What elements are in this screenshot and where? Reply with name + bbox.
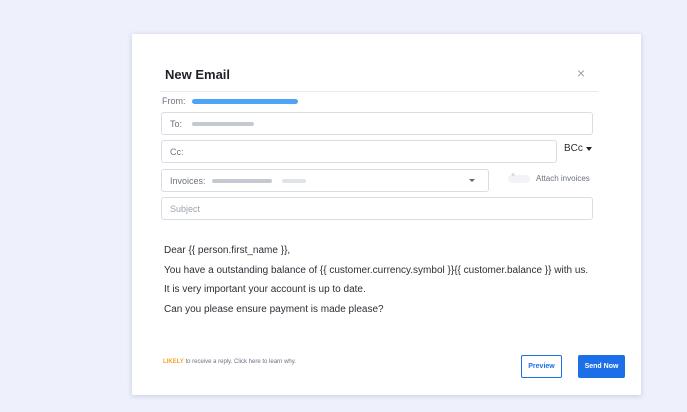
- email-body[interactable]: Dear {{ person.first_name }}, You have a…: [164, 241, 588, 319]
- new-email-modal: New Email × From: To: Cc: BCc Invoices: …: [132, 34, 641, 395]
- close-icon: ×: [511, 171, 516, 179]
- to-field[interactable]: To:: [161, 112, 593, 135]
- body-line: Can you please ensure payment is made pl…: [164, 303, 384, 315]
- cc-field[interactable]: Cc:: [161, 140, 557, 163]
- attach-invoices-label: Attach invoices: [536, 174, 590, 183]
- to-address-redacted: [192, 121, 255, 126]
- cc-label: Cc:: [170, 146, 184, 157]
- bcc-label: BCc: [564, 143, 583, 154]
- invoice-value-redacted-2: [281, 178, 306, 183]
- send-now-button[interactable]: Send Now: [578, 355, 625, 378]
- body-line: You have a outstanding balance of {{ cus…: [164, 264, 589, 276]
- preview-button[interactable]: Preview: [521, 355, 562, 378]
- from-address-redacted[interactable]: [191, 98, 298, 104]
- title-divider: [160, 91, 598, 92]
- reply-likelihood-text: to receive a reply. Click here to learn …: [183, 359, 296, 365]
- subject-placeholder: Subject: [170, 203, 201, 214]
- attach-invoices-toggle[interactable]: ×: [508, 171, 530, 183]
- from-row: From:: [162, 96, 298, 106]
- subject-field[interactable]: Subject: [161, 197, 593, 220]
- bcc-toggle[interactable]: BCc: [564, 143, 592, 154]
- likely-badge: LIKELY: [163, 359, 184, 365]
- to-label: To:: [170, 118, 183, 129]
- chevron-down-icon: [585, 146, 592, 151]
- modal-title: New Email: [165, 67, 231, 82]
- body-line: It is very important your account is up …: [164, 284, 366, 295]
- reply-likelihood-note[interactable]: LIKELY to receive a reply. Click here to…: [163, 359, 296, 365]
- invoices-select[interactable]: Invoices:: [161, 169, 489, 192]
- from-label: From:: [162, 96, 186, 106]
- body-line: Dear {{ person.first_name }},: [164, 245, 291, 256]
- attach-invoices: × Attach invoices: [508, 171, 590, 183]
- invoice-value-redacted: [211, 178, 272, 183]
- chevron-down-icon: [469, 179, 475, 182]
- invoices-label: Invoices:: [170, 175, 206, 186]
- close-icon[interactable]: ×: [574, 66, 588, 80]
